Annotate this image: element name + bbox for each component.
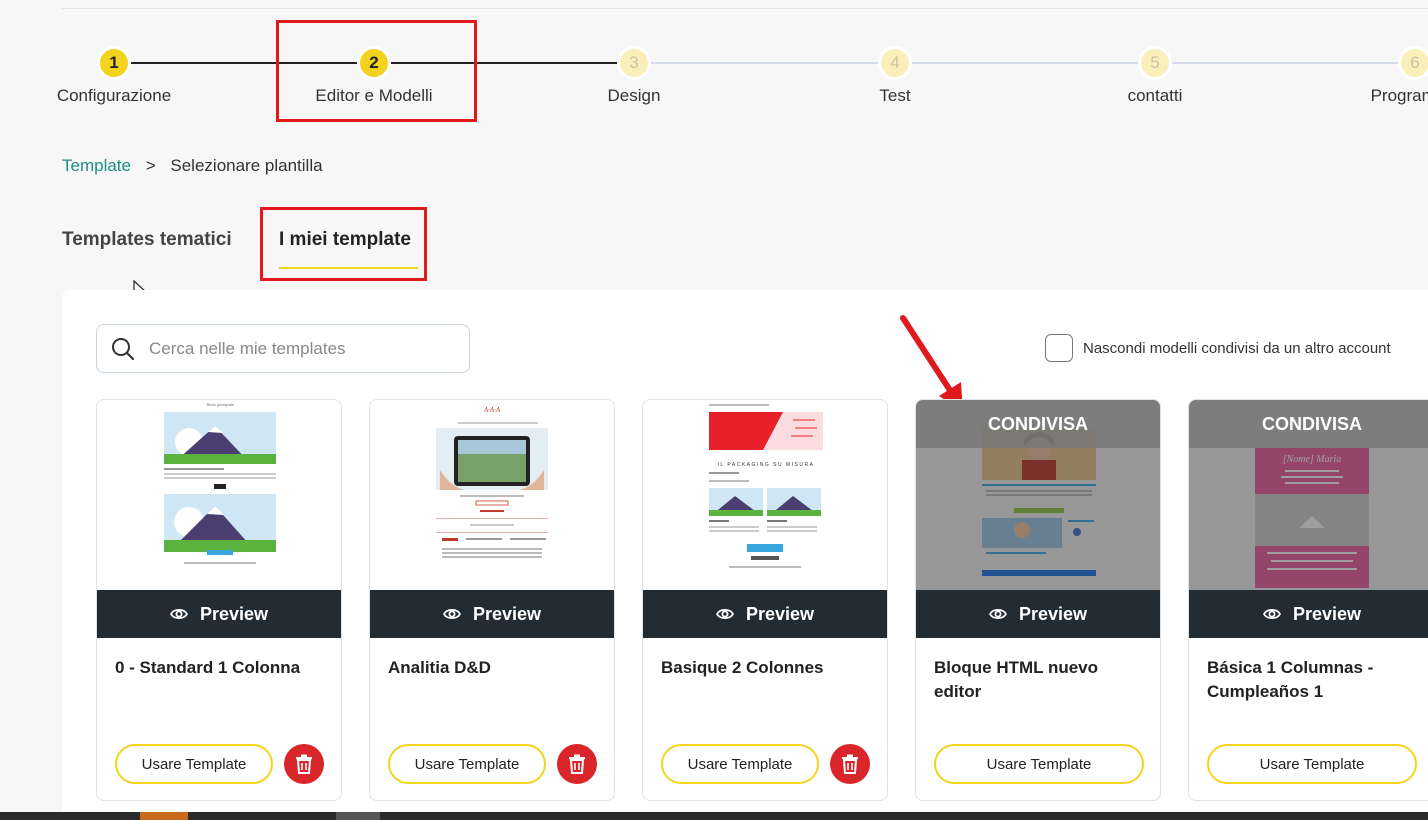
eye-icon [715, 608, 734, 620]
use-template-button[interactable]: Usare Template [115, 744, 273, 784]
template-title: Basique 2 Colonnes [661, 658, 824, 677]
trash-icon [569, 754, 585, 774]
step-number: 5 [1138, 46, 1172, 80]
trash-icon [842, 754, 858, 774]
stepper-line-pending [634, 62, 1428, 64]
template-title: 0 - Standard 1 Colonna [115, 658, 301, 677]
use-template-button[interactable]: Usare Template [934, 744, 1144, 784]
preview-button[interactable]: Preview [916, 590, 1160, 638]
step-6[interactable]: 6 Programma [1315, 46, 1428, 106]
delete-template-button[interactable] [557, 744, 597, 784]
delete-template-button[interactable] [830, 744, 870, 784]
step-number: 6 [1398, 46, 1428, 80]
step-3[interactable]: 3 Design [534, 46, 734, 106]
preview-button[interactable]: Preview [97, 590, 341, 638]
step-1[interactable]: 1 Configurazione [14, 46, 214, 106]
shared-badge: CONDIVISA [916, 400, 1160, 448]
step-label: Configurazione [56, 86, 172, 105]
template-thumbnail[interactable]: IL PACKAGING SU MISURA [643, 400, 887, 590]
breadcrumb-link-template[interactable]: Template [62, 156, 131, 175]
use-template-button[interactable]: Usare Template [661, 744, 819, 784]
eye-icon [169, 608, 188, 620]
breadcrumb-separator: > [145, 156, 156, 175]
step-4[interactable]: 4 Test [795, 46, 995, 106]
breadcrumb-current: Selezionare plantilla [170, 156, 323, 175]
thumb-heading-text: IL PACKAGING SU MISURA [718, 462, 815, 468]
template-card: CONDIVISA Preview Bloque HTML nuevo edit… [915, 399, 1161, 801]
eye-icon [988, 608, 1007, 620]
hide-shared-option[interactable]: Nascondi modelli condivisi da un altro a… [1045, 334, 1391, 362]
preview-label: Preview [199, 603, 269, 624]
preview-button[interactable]: Preview [1189, 590, 1428, 638]
use-template-button[interactable]: Usare Template [388, 744, 546, 784]
template-card: [Nome] Maria CONDIVISA Preview Básica 1 … [1188, 399, 1428, 801]
search-input[interactable]: Cerca nelle mie templates [96, 324, 470, 373]
preview-label: Preview [1292, 603, 1362, 624]
shared-badge: CONDIVISA [1189, 400, 1428, 448]
delete-template-button[interactable] [284, 744, 324, 784]
eye-icon [1262, 608, 1281, 620]
step-label: Design [607, 86, 661, 105]
trash-icon [296, 754, 312, 774]
template-thumbnail[interactable]: A·A·A [370, 400, 614, 590]
step-label: Programma [1370, 86, 1428, 105]
svg-text:A·A·A: A·A·A [483, 406, 501, 414]
search-icon [112, 337, 135, 360]
step-label: contatti [1127, 86, 1183, 105]
template-title: Bloque HTML nuevo editor [934, 658, 1099, 701]
taskbar-strip [0, 812, 1428, 820]
preview-button[interactable]: Preview [643, 590, 887, 638]
template-card: IL PACKAGING SU MISURA Preview Basique 2… [642, 399, 888, 801]
template-title: Analitia D&D [388, 658, 491, 677]
step-label: Test [879, 86, 911, 105]
template-title: Básica 1 Columnas - Cumpleaños 1 [1207, 658, 1374, 701]
highlight-box-step [276, 20, 477, 122]
template-card: Titolo principale Preview 0 - Standard 1… [96, 399, 342, 801]
eye-icon [442, 608, 461, 620]
step-number: 1 [97, 46, 131, 80]
preview-label: Preview [472, 603, 542, 624]
preview-label: Preview [745, 603, 815, 624]
step-5[interactable]: 5 contatti [1055, 46, 1255, 106]
thumb-header-text: Titolo principale [206, 402, 235, 407]
step-number: 4 [878, 46, 912, 80]
hide-shared-checkbox[interactable] [1045, 334, 1073, 362]
highlight-box-tab [260, 207, 427, 281]
search-placeholder: Cerca nelle mie templates [149, 338, 346, 358]
preview-label: Preview [1018, 603, 1088, 624]
template-card: A·A·A Preview Analitia D&D Usare Templat… [369, 399, 615, 801]
step-number: 3 [617, 46, 651, 80]
breadcrumb: Template > Selezionare plantilla [62, 156, 323, 176]
preview-button[interactable]: Preview [370, 590, 614, 638]
template-thumbnail[interactable]: Titolo principale [97, 400, 341, 590]
tab-templates-tematici[interactable]: Templates tematici [62, 229, 232, 251]
use-template-button[interactable]: Usare Template [1207, 744, 1417, 784]
progress-stepper: 1 Configurazione 2 Editor e Modelli 3 De… [0, 0, 1428, 140]
hide-shared-label: Nascondi modelli condivisi da un altro a… [1083, 339, 1391, 357]
